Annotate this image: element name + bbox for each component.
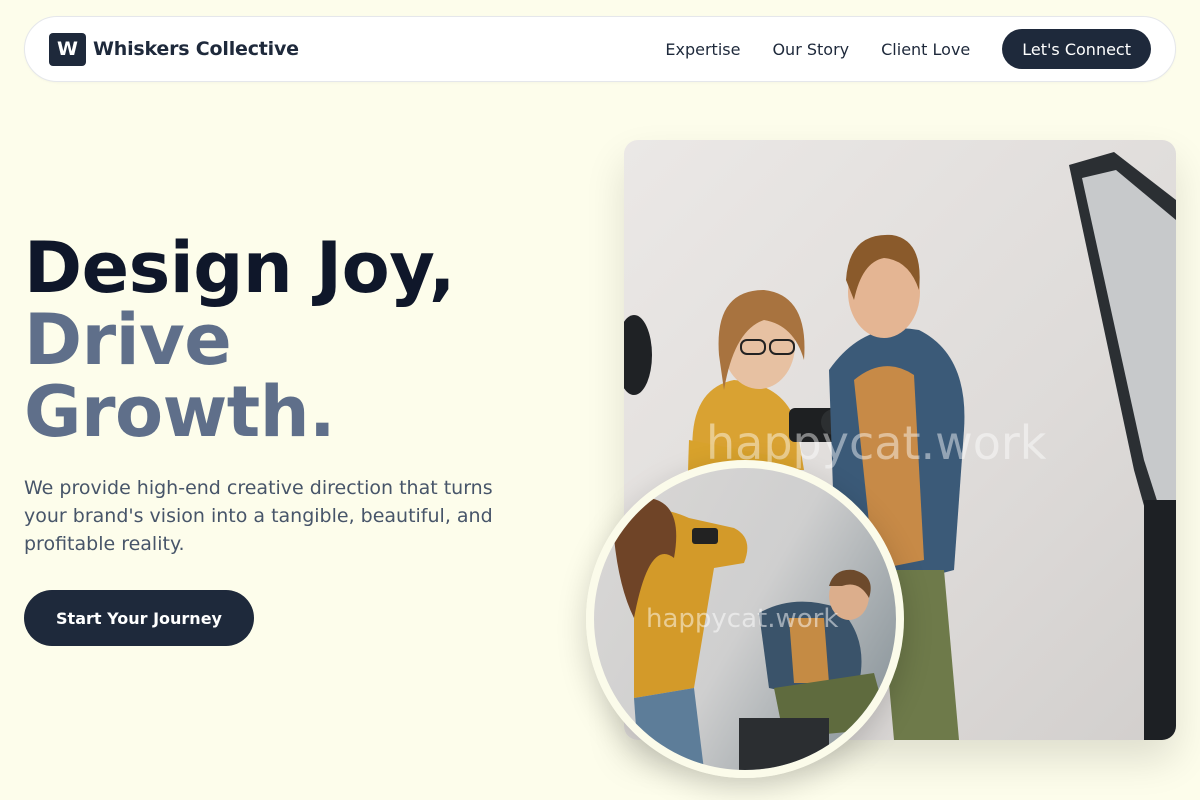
nav-link-our-story[interactable]: Our Story bbox=[772, 40, 849, 59]
brand-name: Whiskers Collective bbox=[93, 38, 299, 60]
logo-icon: W bbox=[49, 32, 86, 66]
nav-link-expertise[interactable]: Expertise bbox=[665, 40, 740, 59]
headline-line-1: Design Joy, bbox=[24, 227, 455, 309]
nav-links: Expertise Our Story Client Love Let's Co… bbox=[665, 29, 1151, 69]
nav-link-client-love[interactable]: Client Love bbox=[881, 40, 970, 59]
start-journey-button[interactable]: Start Your Journey bbox=[24, 590, 254, 646]
headline-line-2: Drive bbox=[24, 299, 232, 381]
circle-watermark: happycat.work bbox=[646, 604, 839, 634]
hero-photo-circle: happycat.work bbox=[586, 460, 904, 778]
headline-line-3: Growth. bbox=[24, 371, 336, 453]
brand[interactable]: W Whiskers Collective bbox=[49, 32, 299, 66]
hero-subtext: We provide high-end creative direction t… bbox=[24, 477, 493, 555]
hero-headline: Design Joy, Drive Growth. bbox=[24, 232, 584, 448]
top-navbar: W Whiskers Collective Expertise Our Stor… bbox=[24, 16, 1176, 82]
lets-connect-button[interactable]: Let's Connect bbox=[1002, 29, 1151, 69]
